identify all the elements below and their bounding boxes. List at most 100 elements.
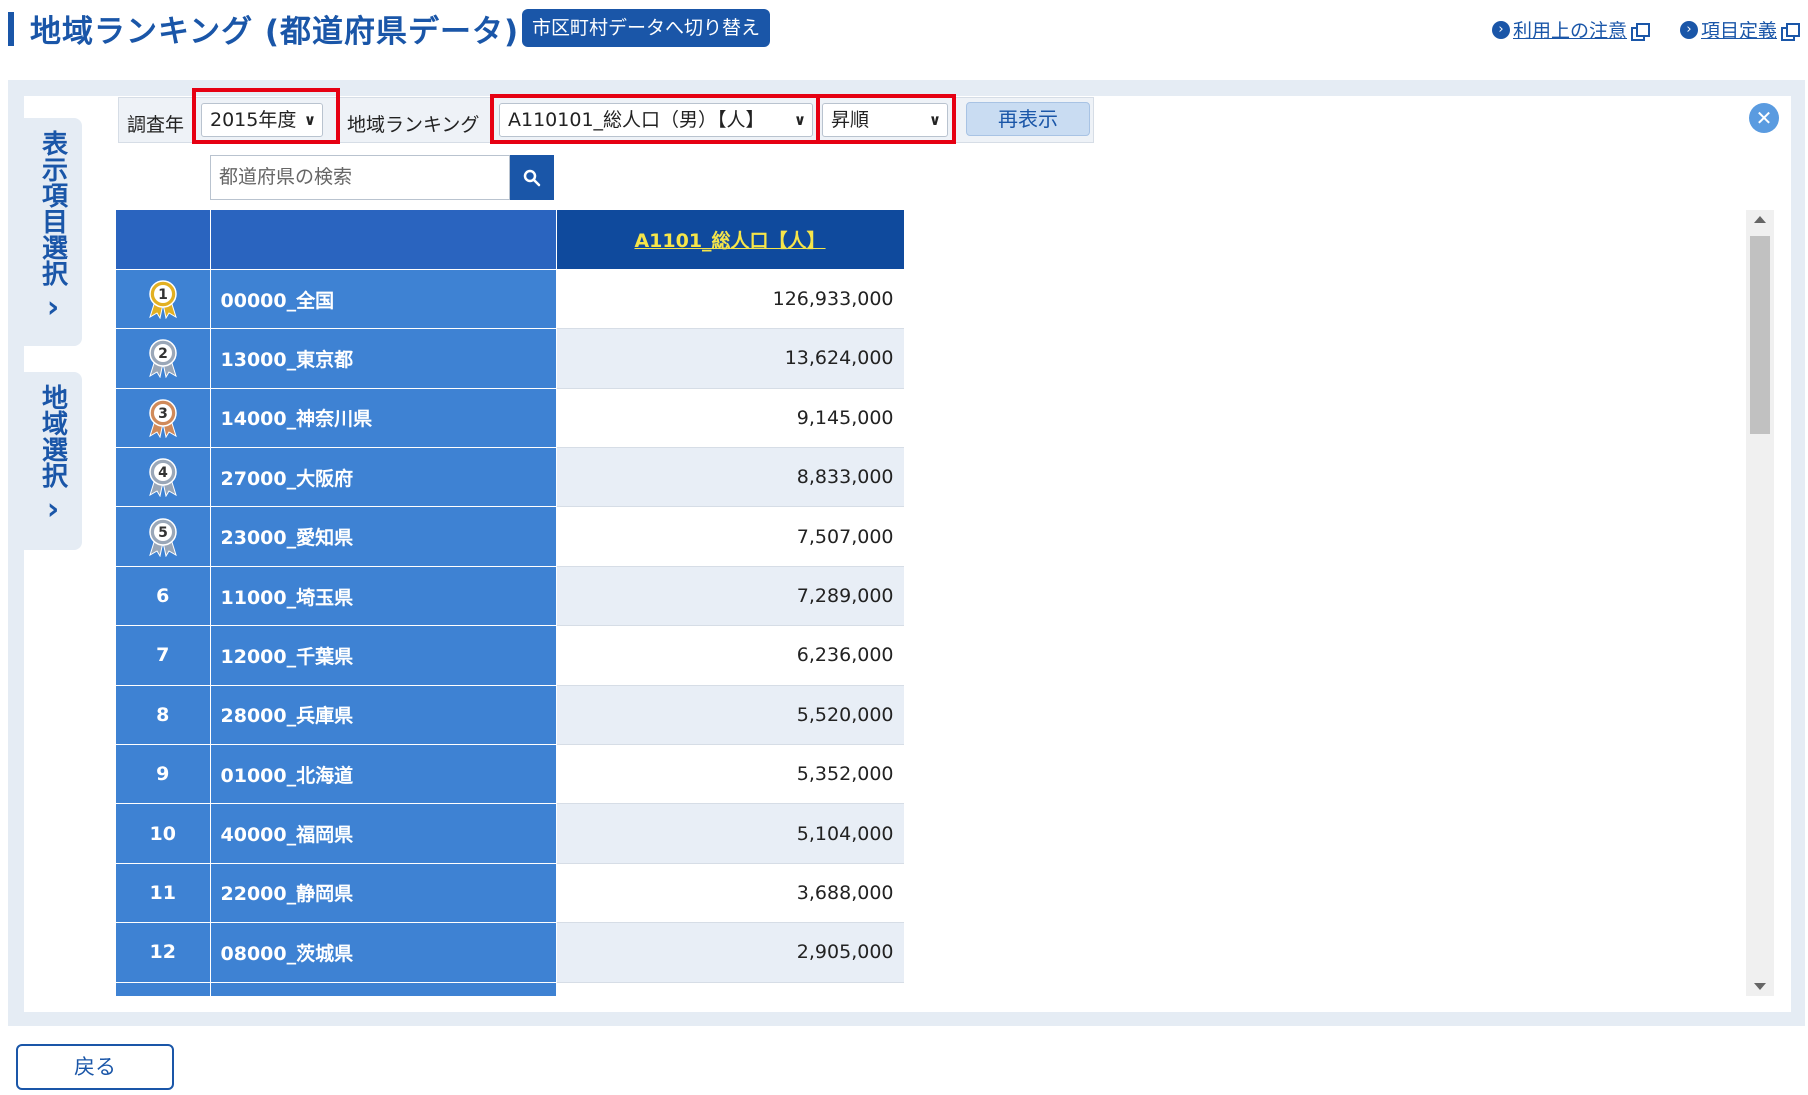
scrollbar-thumb[interactable] bbox=[1750, 236, 1770, 434]
table-row bbox=[116, 982, 904, 996]
search-button[interactable] bbox=[510, 155, 554, 200]
population-value-cell: 2,905,000 bbox=[556, 922, 904, 983]
close-icon[interactable]: ✕ bbox=[1749, 103, 1779, 133]
back-button[interactable]: 戻る bbox=[16, 1044, 174, 1090]
year-highlight-box bbox=[192, 88, 340, 144]
page-header: 地域ランキング (都道府県データ) 市区町村データへ切り替え › 利用上の注意 … bbox=[0, 0, 1808, 60]
ranking-label: 地域ランキング bbox=[347, 114, 480, 136]
ranking-table: A1101_総人口【人】 1 00000_全国 126,933,000 2 13000_… bbox=[116, 210, 904, 996]
table-row: 10 40000_福岡県 5,104,000 bbox=[116, 803, 904, 864]
rank-number: 11 bbox=[149, 881, 176, 904]
region-cell: 12000_千葉県 bbox=[210, 625, 557, 686]
rank-cell: 10 bbox=[116, 803, 211, 864]
population-value-cell: 5,520,000 bbox=[556, 685, 904, 746]
table-row: 12 08000_茨城県 2,905,000 bbox=[116, 922, 904, 983]
scroll-down-arrow-icon[interactable] bbox=[1754, 983, 1766, 990]
display-item-select-label: 表示項目選択 bbox=[37, 130, 68, 286]
table-row: 6 11000_埼玉県 7,289,000 bbox=[116, 566, 904, 627]
region-cell: 14000_神奈川県 bbox=[210, 388, 557, 449]
ranking-table-container: A1101_総人口【人】 1 00000_全国 126,933,000 2 13000_… bbox=[116, 210, 904, 996]
rank-cell: 6 bbox=[116, 566, 211, 627]
region-cell: 40000_福岡県 bbox=[210, 803, 557, 864]
population-value-cell: 5,104,000 bbox=[556, 803, 904, 864]
rank-cell: 11 bbox=[116, 863, 211, 924]
table-row: 2 13000_東京都 13,624,000 bbox=[116, 328, 904, 389]
display-item-select-tab[interactable]: 表示項目選択 › bbox=[24, 118, 82, 346]
population-value-cell: 7,507,000 bbox=[556, 506, 904, 567]
item-definition-link[interactable]: › 項目定義 bbox=[1680, 16, 1801, 43]
search-icon bbox=[523, 169, 541, 186]
usage-notes-label: 利用上の注意 bbox=[1513, 20, 1628, 42]
region-cell: 27000_大阪府 bbox=[210, 447, 557, 508]
chevron-right-icon: › bbox=[46, 290, 60, 325]
rank-cell bbox=[116, 982, 211, 996]
table-row: 4 27000_大阪府 8,833,000 bbox=[116, 447, 904, 508]
silver-medal-icon: 2 bbox=[148, 339, 177, 379]
rank-cell: 8 bbox=[116, 685, 211, 746]
rank-number: 6 bbox=[156, 585, 170, 608]
rank-cell: 12 bbox=[116, 922, 211, 983]
medal-4-icon: 4 bbox=[148, 458, 177, 498]
rank-cell: 4 bbox=[116, 447, 211, 508]
switch-to-municipality-button[interactable]: 市区町村データへ切り替え bbox=[522, 9, 771, 47]
rank-cell: 3 bbox=[116, 388, 211, 449]
table-row: 8 28000_兵庫県 5,520,000 bbox=[116, 685, 904, 746]
rank-number: 2 bbox=[158, 346, 168, 362]
rank-number: 10 bbox=[149, 822, 176, 845]
population-column-header[interactable]: A1101_総人口【人】 bbox=[556, 210, 904, 270]
rank-column-header bbox=[116, 210, 211, 270]
chevron-right-icon: › bbox=[46, 492, 60, 527]
rank-cell: 5 bbox=[116, 506, 211, 567]
redisplay-button[interactable]: 再表示 bbox=[966, 102, 1090, 136]
rank-number: 5 bbox=[158, 525, 168, 541]
rank-cell: 9 bbox=[116, 744, 211, 805]
rank-number: 8 bbox=[156, 703, 170, 726]
ranking-table-body: 1 00000_全国 126,933,000 2 13000_東京都 13,624,000… bbox=[116, 269, 904, 996]
population-value-cell bbox=[556, 982, 904, 996]
population-value-cell: 126,933,000 bbox=[556, 269, 904, 330]
region-select-label: 地域選択 bbox=[37, 384, 68, 488]
table-row: 9 01000_北海道 5,352,000 bbox=[116, 744, 904, 805]
population-value-cell: 13,624,000 bbox=[556, 328, 904, 389]
table-row: 1 00000_全国 126,933,000 bbox=[116, 269, 904, 330]
population-value-cell: 6,236,000 bbox=[556, 625, 904, 686]
population-value-cell: 3,688,000 bbox=[556, 863, 904, 924]
population-value-cell: 9,145,000 bbox=[556, 388, 904, 449]
usage-notes-link[interactable]: › 利用上の注意 bbox=[1492, 16, 1651, 43]
region-cell: 23000_愛知県 bbox=[210, 506, 557, 567]
population-value-cell: 5,352,000 bbox=[556, 744, 904, 805]
medal-5-icon: 5 bbox=[148, 517, 177, 557]
rank-number: 7 bbox=[156, 644, 170, 667]
rank-number: 1 bbox=[158, 287, 168, 303]
page-title: 地域ランキング (都道府県データ) bbox=[30, 14, 520, 50]
rank-cell: 1 bbox=[116, 269, 211, 330]
external-window-icon bbox=[1631, 22, 1651, 41]
region-cell: 08000_茨城県 bbox=[210, 922, 557, 983]
scroll-up-arrow-icon[interactable] bbox=[1754, 216, 1766, 223]
prefecture-search-input[interactable]: 都道府県の検索 bbox=[210, 155, 510, 200]
chevron-right-icon: › bbox=[1492, 20, 1510, 39]
region-cell bbox=[210, 982, 557, 996]
table-row: 3 14000_神奈川県 9,145,000 bbox=[116, 388, 904, 449]
region-cell: 28000_兵庫県 bbox=[210, 685, 557, 746]
survey-year-label: 調査年 bbox=[127, 114, 185, 136]
item-definition-label: 項目定義 bbox=[1701, 20, 1778, 42]
table-row: 7 12000_千葉県 6,236,000 bbox=[116, 625, 904, 686]
region-cell: 13000_東京都 bbox=[210, 328, 557, 389]
gold-medal-icon: 1 bbox=[148, 280, 177, 320]
chevron-right-icon: › bbox=[1680, 20, 1698, 39]
table-row: 5 23000_愛知県 7,507,000 bbox=[116, 506, 904, 567]
rank-cell: 2 bbox=[116, 328, 211, 389]
region-select-tab[interactable]: 地域選択 › bbox=[24, 372, 82, 550]
order-highlight-box bbox=[816, 94, 956, 144]
region-cell: 01000_北海道 bbox=[210, 744, 557, 805]
rank-cell: 7 bbox=[116, 625, 211, 686]
region-cell: 22000_静岡県 bbox=[210, 863, 557, 924]
region-column-header bbox=[210, 210, 557, 270]
table-row: 11 22000_静岡県 3,688,000 bbox=[116, 863, 904, 924]
rank-number: 4 bbox=[158, 465, 168, 481]
bronze-medal-icon: 3 bbox=[148, 399, 177, 438]
population-value-cell: 7,289,000 bbox=[556, 566, 904, 627]
scrollbar[interactable] bbox=[1746, 210, 1774, 996]
region-cell: 00000_全国 bbox=[210, 269, 557, 330]
